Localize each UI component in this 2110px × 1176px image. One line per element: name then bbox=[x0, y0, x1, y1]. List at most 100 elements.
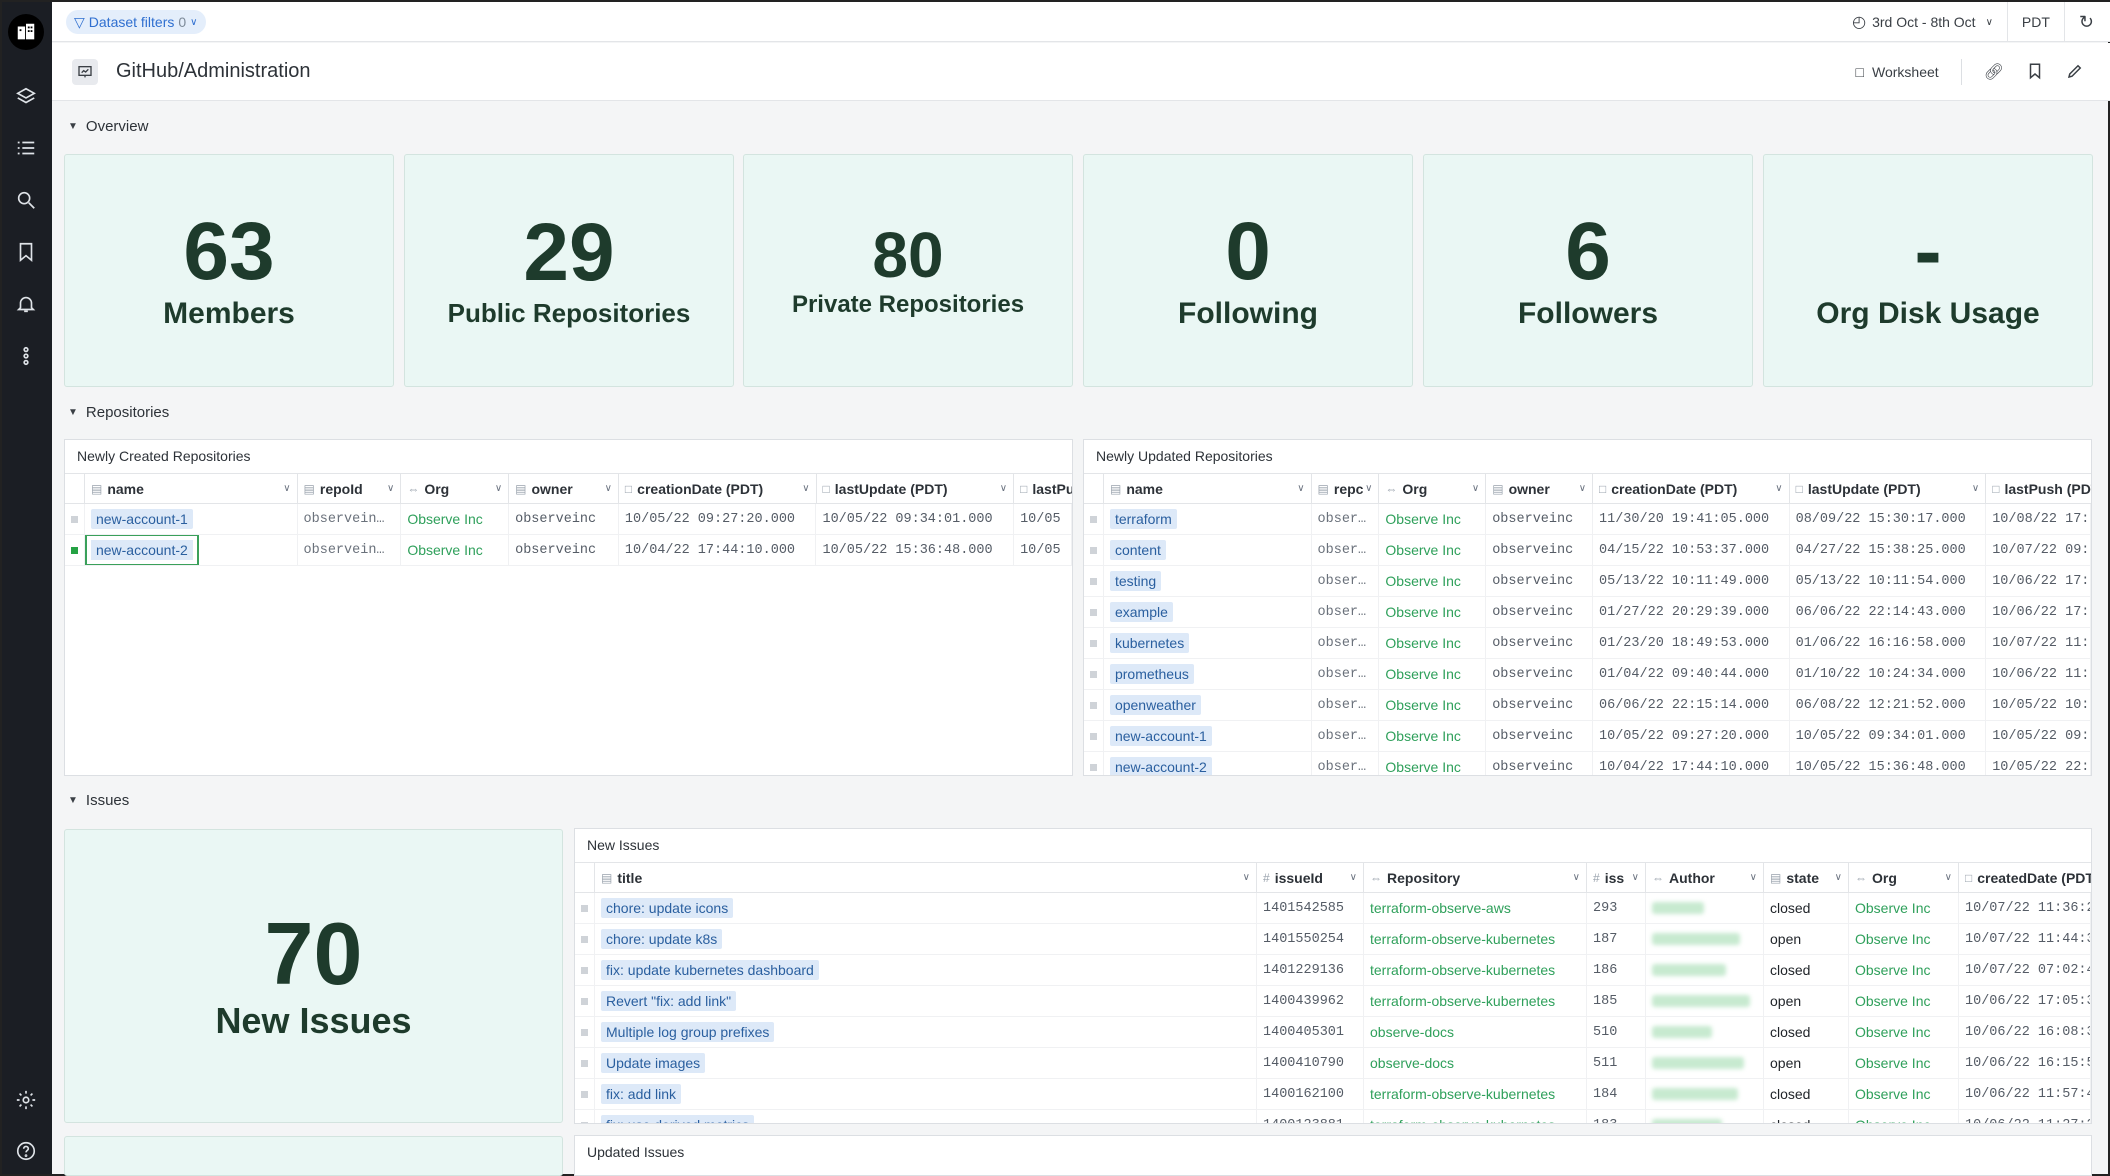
repo-name-value[interactable]: new-account-1 bbox=[1109, 726, 1212, 746]
repo-name-value[interactable]: testing bbox=[1109, 571, 1162, 591]
table-row[interactable]: prometheus obser… Observe Inc observeinc 01/… bbox=[1084, 659, 2091, 690]
issue-title-value[interactable]: Multiple log group prefixes bbox=[601, 1022, 775, 1042]
table-row[interactable]: Revert "fix: add link" 1400439962 terrafor… bbox=[575, 986, 2091, 1017]
row-select[interactable] bbox=[1084, 721, 1104, 751]
row-select[interactable] bbox=[1084, 566, 1104, 596]
column-header[interactable]: ▤ repoId ∨ bbox=[298, 474, 402, 503]
section-issues[interactable]: ▼ Issues bbox=[68, 792, 129, 809]
column-header[interactable]: □ lastUpdate (PDT) ∨ bbox=[817, 474, 1015, 503]
table-row[interactable]: fix: add link 1400162100 terraform-observe… bbox=[575, 1079, 2091, 1110]
row-select[interactable] bbox=[575, 924, 595, 954]
list-icon[interactable] bbox=[11, 133, 41, 163]
table-row[interactable]: openweather obser… Observe Inc observeinc 06… bbox=[1084, 690, 2091, 721]
column-header[interactable]: # issueId ∨ bbox=[1257, 863, 1364, 892]
stat-card-updated-issues bbox=[64, 1136, 563, 1176]
row-select[interactable] bbox=[65, 504, 85, 534]
table-row[interactable]: terraform obser… Observe Inc observeinc 11/3… bbox=[1084, 504, 2091, 535]
dataset-filters-chip[interactable]: ▽ Dataset filters 0 ∨ bbox=[66, 10, 206, 34]
column-header[interactable]: ▤ owner ∨ bbox=[509, 474, 619, 503]
row-select[interactable] bbox=[575, 986, 595, 1016]
repo-name-value[interactable]: example bbox=[1109, 602, 1173, 622]
row-select[interactable] bbox=[1084, 504, 1104, 534]
settings-icon[interactable] bbox=[11, 1085, 41, 1115]
repo-name-value[interactable]: terraform bbox=[1109, 509, 1177, 529]
row-select[interactable] bbox=[1084, 535, 1104, 565]
repo-name-value[interactable]: kubernetes bbox=[1109, 633, 1190, 653]
table-row[interactable]: Update images 1400410790 observe-docs 511 op… bbox=[575, 1048, 2091, 1079]
row-select[interactable] bbox=[1084, 659, 1104, 689]
repo-name-value[interactable]: openweather bbox=[1109, 695, 1201, 715]
table-row[interactable]: chore: update k8s 1401550254 terraform-obs… bbox=[575, 924, 2091, 955]
column-header[interactable]: ⇔ Org ∨ bbox=[401, 474, 510, 503]
help-icon[interactable] bbox=[11, 1136, 41, 1166]
bell-icon[interactable] bbox=[11, 289, 41, 319]
bookmark-icon[interactable] bbox=[2026, 62, 2044, 83]
row-select[interactable] bbox=[1084, 690, 1104, 720]
row-select[interactable] bbox=[575, 1079, 595, 1109]
bookmark-icon[interactable] bbox=[11, 237, 41, 267]
repo-name-value[interactable]: prometheus bbox=[1109, 664, 1194, 684]
issue-title-value[interactable]: fix: add link bbox=[601, 1084, 682, 1104]
table-row[interactable]: example obser… Observe Inc observeinc 01/27/… bbox=[1084, 597, 2091, 628]
column-header[interactable]: ▤ title ∨ bbox=[595, 863, 1257, 892]
repo-name-value[interactable]: new-account-2 bbox=[1109, 757, 1212, 775]
column-header[interactable]: ⇔ Author ∨ bbox=[1646, 863, 1764, 892]
column-header[interactable]: ▤ name ∨ bbox=[85, 474, 298, 503]
row-select[interactable] bbox=[1084, 752, 1104, 775]
datasets-icon[interactable] bbox=[11, 82, 41, 112]
column-header[interactable]: ⇔ Repository ∨ bbox=[1364, 863, 1587, 892]
issue-title-value[interactable]: chore: update k8s bbox=[601, 929, 723, 949]
column-header[interactable]: ▤ name ∨ bbox=[1104, 474, 1312, 503]
timezone-label[interactable]: PDT bbox=[2022, 14, 2050, 30]
section-repositories[interactable]: ▼ Repositories bbox=[68, 404, 169, 421]
table-row[interactable]: new-account-1 obser… Observe Inc observeinc… bbox=[1084, 721, 2091, 752]
table-row[interactable]: new-account-2 obser… Observe Inc observeinc… bbox=[1084, 752, 2091, 775]
issue-title-value[interactable]: Revert "fix: add link" bbox=[601, 991, 737, 1011]
issue-title-value[interactable]: fix: update kubernetes dashboard bbox=[601, 960, 819, 980]
more-icon[interactable] bbox=[11, 341, 41, 371]
column-header[interactable]: □ lastPush (PDT bbox=[1986, 474, 2091, 503]
row-select[interactable] bbox=[65, 535, 85, 565]
issue-title-value[interactable]: fix: use derived metrics bbox=[601, 1115, 755, 1123]
table-row[interactable]: content obser… Observe Inc observeinc 04/15/… bbox=[1084, 535, 2091, 566]
time-range-selector[interactable]: 3rd Oct - 8th Oct bbox=[1872, 14, 1975, 30]
row-select[interactable] bbox=[575, 955, 595, 985]
table-row[interactable]: fix: update kubernetes dashboard 14012291… bbox=[575, 955, 2091, 986]
column-header[interactable]: □ creationDate (PDT) ∨ bbox=[619, 474, 817, 503]
table-row[interactable]: new-account-2 observein… Observe Inc observ… bbox=[65, 535, 1072, 566]
table-row[interactable]: testing obser… Observe Inc observeinc 05/13/… bbox=[1084, 566, 2091, 597]
refresh-icon[interactable]: ↻ bbox=[2079, 12, 2094, 33]
column-header[interactable]: □ creationDate (PDT) ∨ bbox=[1593, 474, 1790, 503]
row-select[interactable] bbox=[575, 1017, 595, 1047]
issue-title-value[interactable]: Update images bbox=[601, 1053, 706, 1073]
table-row[interactable]: fix: use derived metrics 1400123881terraf… bbox=[575, 1110, 2091, 1123]
search-icon[interactable] bbox=[11, 185, 41, 215]
worksheet-button[interactable]: □ Worksheet bbox=[1856, 64, 1939, 80]
column-header[interactable]: ⇔ Org ∨ bbox=[1379, 474, 1487, 503]
row-select[interactable] bbox=[1084, 597, 1104, 627]
row-select[interactable] bbox=[575, 893, 595, 923]
section-overview[interactable]: ▼ Overview bbox=[68, 118, 148, 135]
column-header[interactable]: □ createdDate (PDT) bbox=[1959, 863, 2091, 892]
repo-name-value[interactable]: new-account-2 bbox=[84, 535, 199, 565]
column-header[interactable]: □ lastPu bbox=[1014, 474, 1072, 503]
column-header[interactable]: ▤ state ∨ bbox=[1764, 863, 1849, 892]
link-icon[interactable]: 🔗︎ bbox=[1984, 62, 2004, 82]
table-row[interactable]: Multiple log group prefixes 1400405301 obs… bbox=[575, 1017, 2091, 1048]
column-header[interactable]: □ lastUpdate (PDT) ∨ bbox=[1790, 474, 1987, 503]
issue-title-value[interactable]: chore: update icons bbox=[601, 898, 734, 918]
repo-name-value[interactable]: content bbox=[1109, 540, 1166, 560]
table-row[interactable]: kubernetes obser… Observe Inc observeinc 01/… bbox=[1084, 628, 2091, 659]
column-header[interactable]: # iss ∨ bbox=[1587, 863, 1646, 892]
row-select[interactable] bbox=[575, 1048, 595, 1078]
row-select[interactable] bbox=[1084, 628, 1104, 658]
column-header[interactable]: ⇔ Org ∨ bbox=[1849, 863, 1959, 892]
row-select[interactable] bbox=[575, 1110, 595, 1123]
column-header[interactable]: ▤ repc ∨ bbox=[1312, 474, 1380, 503]
column-header[interactable]: ▤ owner ∨ bbox=[1486, 474, 1594, 503]
org-logo-icon[interactable] bbox=[8, 14, 44, 50]
table-row[interactable]: new-account-1 observein… Observe Inc observ… bbox=[65, 504, 1072, 535]
repo-name-value[interactable]: new-account-1 bbox=[90, 509, 193, 529]
table-row[interactable]: chore: update icons 1401542585 terraform-o… bbox=[575, 893, 2091, 924]
edit-icon[interactable] bbox=[2066, 62, 2084, 83]
